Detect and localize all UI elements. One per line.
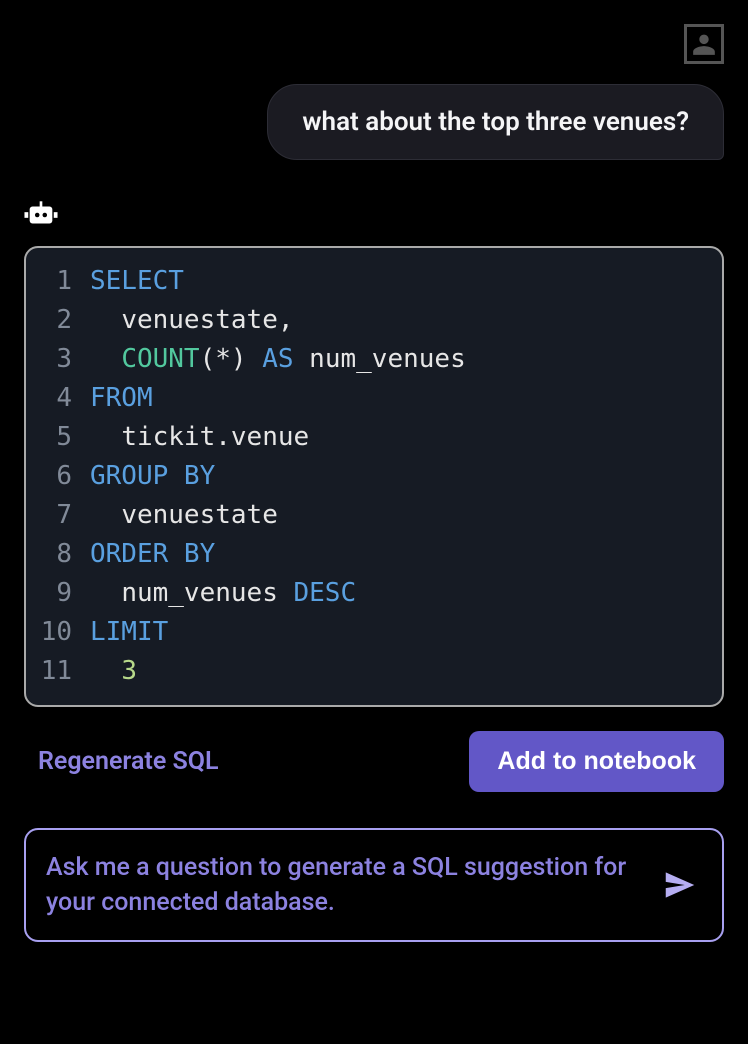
person-icon (691, 31, 717, 57)
bot-icon (24, 200, 58, 230)
code-line: 7 venuestate (26, 496, 712, 535)
regenerate-sql-link[interactable]: Regenerate SQL (24, 747, 219, 776)
chat-input-area[interactable]: Ask me a question to generate a SQL sugg… (24, 828, 724, 942)
send-icon (661, 866, 699, 904)
line-number: 5 (26, 418, 90, 457)
code-line: 1SELECT (26, 262, 712, 301)
code-line: 6GROUP BY (26, 457, 712, 496)
code-line: 11 3 (26, 652, 712, 691)
chat-input[interactable]: Ask me a question to generate a SQL sugg… (46, 850, 644, 920)
code-line: 3 COUNT(*) AS num_venues (26, 340, 712, 379)
code-content: ORDER BY (90, 535, 215, 574)
code-content: SELECT (90, 262, 184, 301)
code-content: tickit.venue (90, 418, 309, 457)
code-content: COUNT(*) AS num_venues (90, 340, 466, 379)
line-number: 1 (26, 262, 90, 301)
add-to-notebook-button[interactable]: Add to notebook (469, 731, 724, 792)
code-line: 2 venuestate, (26, 301, 712, 340)
line-number: 11 (26, 652, 90, 691)
line-number: 7 (26, 496, 90, 535)
code-line: 4FROM (26, 379, 712, 418)
line-number: 2 (26, 301, 90, 340)
line-number: 6 (26, 457, 90, 496)
code-content: num_venues DESC (90, 574, 356, 613)
code-content: venuestate, (90, 301, 294, 340)
user-avatar (684, 24, 724, 64)
code-content: venuestate (90, 496, 278, 535)
line-number: 8 (26, 535, 90, 574)
code-content: FROM (90, 379, 153, 418)
code-content: GROUP BY (90, 457, 215, 496)
code-content: LIMIT (90, 613, 168, 652)
code-content: 3 (90, 652, 137, 691)
line-number: 10 (26, 613, 90, 652)
code-line: 5 tickit.venue (26, 418, 712, 457)
user-message: what about the top three venues? (267, 84, 724, 160)
code-line: 9 num_venues DESC (26, 574, 712, 613)
line-number: 9 (26, 574, 90, 613)
line-number: 3 (26, 340, 90, 379)
send-button[interactable] (658, 863, 702, 907)
code-line: 8ORDER BY (26, 535, 712, 574)
sql-code-block[interactable]: 1SELECT2 venuestate,3 COUNT(*) AS num_ve… (24, 246, 724, 707)
code-line: 10LIMIT (26, 613, 712, 652)
line-number: 4 (26, 379, 90, 418)
